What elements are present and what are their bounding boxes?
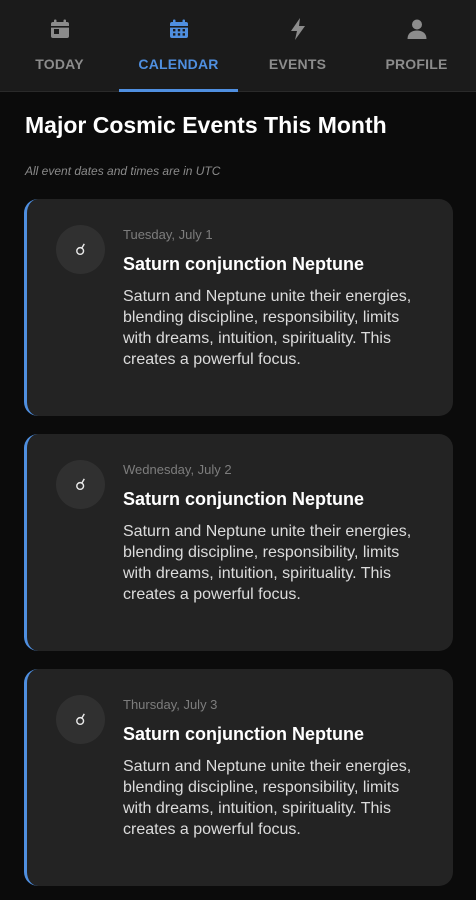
conjunction-icon: ☌ [56,225,105,274]
event-title: Saturn conjunction Neptune [123,724,364,744]
event-card[interactable]: ☌ Thursday, July 3 Saturn conjunction Ne… [24,669,453,886]
calendar-content[interactable]: Major Cosmic Events This Month All event… [0,92,476,900]
conjunction-icon: ☌ [56,460,105,509]
event-card[interactable]: ☌ Tuesday, July 1 Saturn conjunction Nep… [24,199,453,416]
person-icon [403,15,431,43]
event-description: Saturn and Neptune unite their energies,… [123,523,412,603]
event-description: Saturn and Neptune unite their energies,… [123,288,412,368]
event-title: Saturn conjunction Neptune [123,489,364,509]
event-card[interactable]: ☌ Wednesday, July 2 Saturn conjunction N… [24,434,453,651]
tab-label: TODAY [35,56,84,72]
event-title: Saturn conjunction Neptune [123,254,364,274]
utc-note: All event dates and times are in UTC [25,164,221,178]
event-date: Wednesday, July 2 [123,462,232,477]
tab-label: CALENDAR [138,56,219,72]
calendar-month-icon [165,15,193,43]
tab-label: PROFILE [385,56,448,72]
tab-label: EVENTS [268,56,327,72]
tab-calendar[interactable]: CALENDAR [119,0,238,92]
lightning-bolt-icon [284,15,312,43]
page-title: Major Cosmic Events This Month [25,112,387,138]
event-description: Saturn and Neptune unite their energies,… [123,758,412,838]
conjunction-icon: ☌ [56,695,105,744]
top-tab-bar: TODAY CALENDAR EVENTS PROFILE [0,0,476,92]
event-date: Thursday, July 3 [123,697,218,712]
tab-events[interactable]: EVENTS [238,0,357,92]
tab-today[interactable]: TODAY [0,0,119,92]
calendar-day-icon [46,15,74,43]
event-date: Tuesday, July 1 [123,227,213,242]
tab-profile[interactable]: PROFILE [357,0,476,92]
